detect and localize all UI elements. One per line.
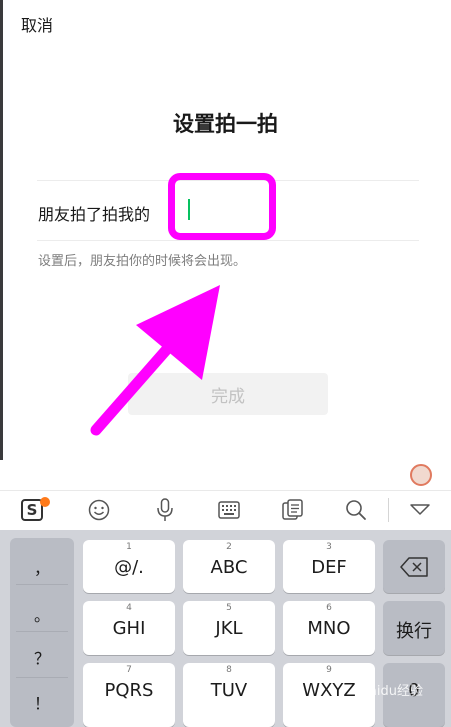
key-2[interactable]: 2 ABC	[183, 540, 275, 593]
punct-key-question[interactable]: ？	[10, 645, 74, 669]
punct-key-exclaim[interactable]: ！	[10, 690, 74, 714]
ime-mascot-icon[interactable]	[410, 464, 432, 486]
punct-key-comma[interactable]: ，	[10, 555, 74, 579]
key-number: 6	[326, 603, 332, 613]
punct-divider	[16, 584, 68, 585]
key-number: 9	[326, 665, 332, 675]
search-icon[interactable]	[341, 495, 371, 525]
key-label: DEF	[311, 557, 347, 578]
key-5[interactable]: 5 JKL	[183, 601, 275, 655]
keyboard-icon[interactable]	[214, 495, 244, 525]
key-8[interactable]: 8 TUV	[183, 663, 275, 727]
key-number: 8	[226, 665, 232, 675]
key-label: ABC	[210, 557, 248, 578]
key-4[interactable]: 4 GHI	[83, 601, 175, 655]
key-number: 1	[126, 542, 132, 552]
punct-key-period[interactable]: 。	[10, 602, 74, 626]
key-label: GHI	[112, 618, 146, 639]
wechat-pat-settings-screen: 取消 设置拍一拍 朋友拍了拍我的 设置后，朋友拍你的时候将会出现。 完成 S ，…	[0, 0, 451, 727]
key-number: 4	[126, 603, 132, 613]
key-label: JKL	[215, 618, 243, 639]
pat-label: 朋友拍了拍我的	[38, 205, 151, 224]
key-1[interactable]: 1 @/.	[83, 540, 175, 593]
divider-bottom	[37, 240, 419, 241]
key-7[interactable]: 7 PQRS	[83, 663, 175, 727]
key-label: TUV	[210, 680, 248, 701]
punctuation-column: ， 。 ？ ！	[10, 538, 74, 727]
toolbar-separator	[388, 498, 389, 522]
emoji-icon[interactable]	[84, 495, 114, 525]
page-title: 设置拍一拍	[173, 112, 278, 136]
ime-divider	[0, 490, 451, 491]
clipboard-icon[interactable]	[278, 495, 308, 525]
collapse-icon[interactable]	[405, 495, 435, 525]
sogou-icon[interactable]: S	[12, 495, 52, 525]
key-label: @/.	[114, 557, 144, 578]
baidu-watermark: Baidu经验	[360, 684, 423, 699]
key-3[interactable]: 3 DEF	[283, 540, 375, 593]
enter-key[interactable]: 换行	[383, 601, 445, 655]
key-label: PQRS	[104, 680, 154, 701]
punct-divider	[16, 631, 68, 632]
hint-text: 设置后，朋友拍你的时候将会出现。	[38, 254, 247, 269]
done-button[interactable]: 完成	[128, 373, 328, 415]
annotation-highlight-box	[168, 173, 276, 240]
backspace-key[interactable]	[383, 540, 445, 593]
microphone-icon[interactable]	[150, 495, 180, 525]
key-6[interactable]: 6 MNO	[283, 601, 375, 655]
key-number: 7	[126, 665, 132, 675]
enter-label: 换行	[396, 621, 432, 642]
key-label: MNO	[307, 618, 351, 639]
key-number: 5	[226, 603, 232, 613]
cancel-button[interactable]: 取消	[21, 12, 53, 36]
punct-divider	[16, 677, 68, 678]
key-number: 3	[326, 542, 332, 552]
backspace-icon	[400, 557, 428, 577]
key-number: 2	[226, 542, 232, 552]
